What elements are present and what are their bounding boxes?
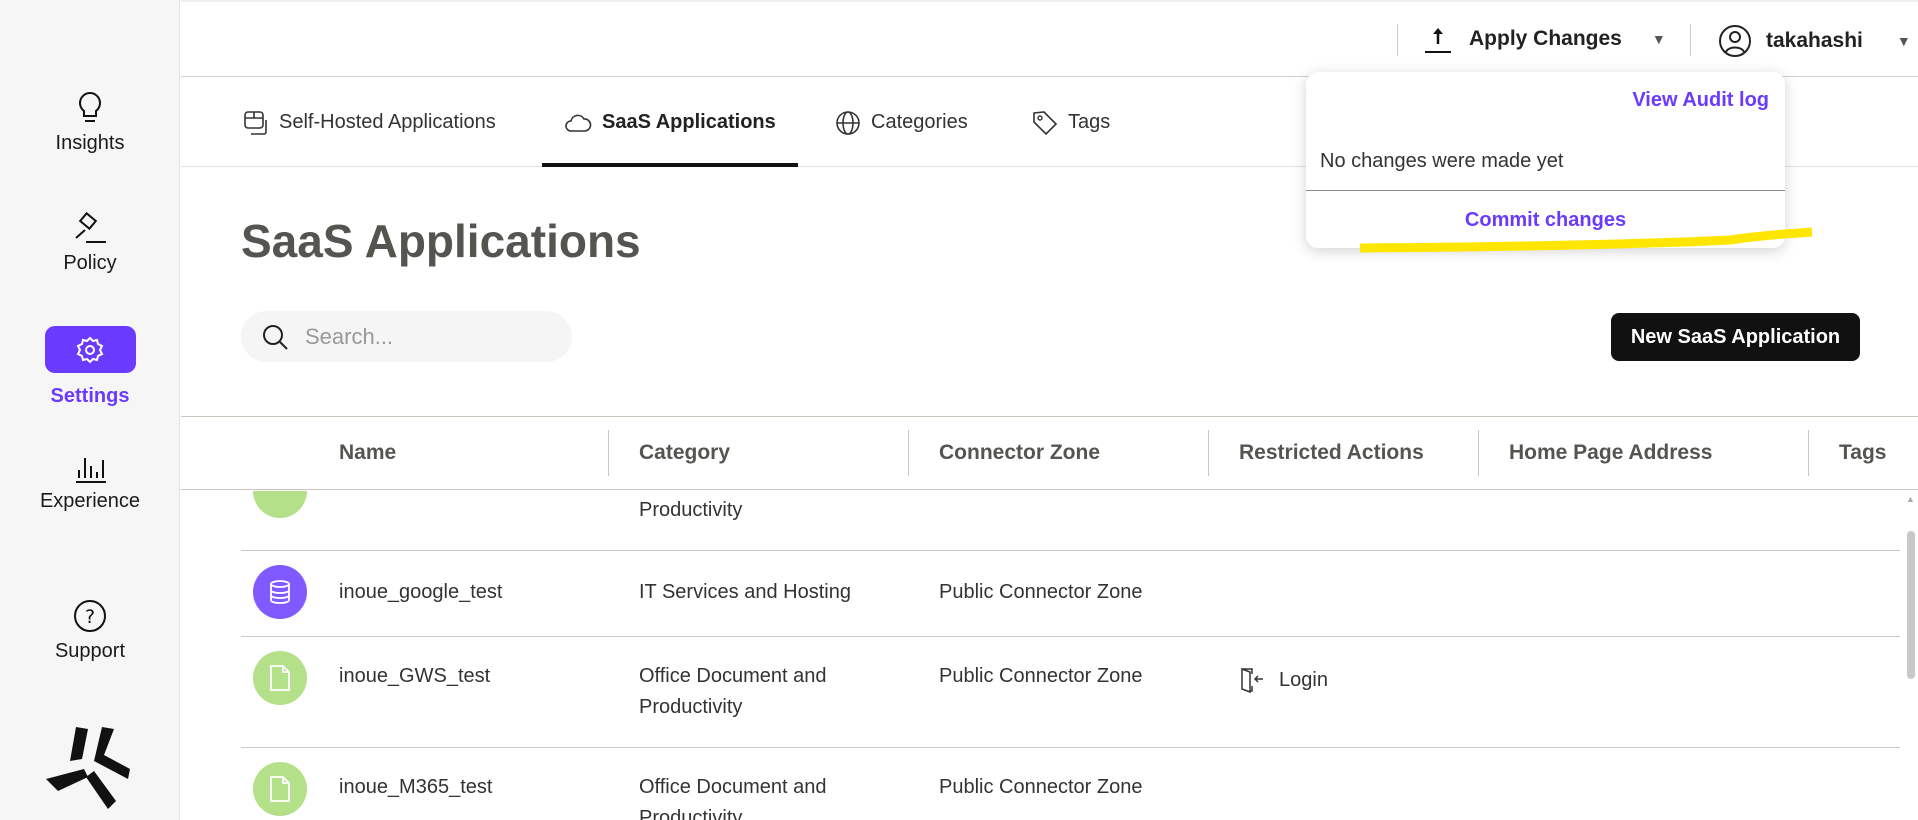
column-divider[interactable] <box>1478 430 1479 476</box>
column-header-category[interactable]: Category <box>639 417 730 489</box>
category-cell: Office Document and Productivity <box>639 661 827 723</box>
divider <box>1306 190 1785 191</box>
highlight-annotation <box>1359 227 1813 253</box>
page-title: SaaS Applications <box>241 215 641 267</box>
table-body: Productivity inoue_google_test IT Servic… <box>0 491 1900 820</box>
tab-self-hosted-applications[interactable]: Self-Hosted Applications <box>243 78 496 167</box>
name-cell[interactable]: inoue_google_test <box>339 577 502 608</box>
apply-changes-button[interactable]: Apply Changes ▼ <box>1423 24 1666 54</box>
top-bar: Apply Changes ▼ takahashi ▼ <box>181 0 1918 77</box>
connector-zone-cell: Public Connector Zone <box>939 665 1143 687</box>
new-saas-application-button[interactable]: New SaaS Application <box>1611 313 1860 361</box>
column-header-tags[interactable]: Tags <box>1839 417 1886 489</box>
divider <box>1690 24 1691 56</box>
self-hosted-icon <box>244 110 267 135</box>
scroll-up-arrow[interactable]: ▲ <box>1906 494 1915 504</box>
tab-categories[interactable]: Categories <box>835 78 968 167</box>
table-row[interactable]: inoue_google_test IT Services and Hostin… <box>0 551 1900 636</box>
cloud-icon <box>565 114 592 132</box>
table-header: Name Category Connector Zone Restricted … <box>181 416 1918 490</box>
tab-saas-applications[interactable]: SaaS Applications <box>542 78 798 167</box>
tab-tags[interactable]: Tags <box>1032 78 1110 167</box>
sidebar-item-insights[interactable]: Insights <box>0 90 180 155</box>
category-line: Office Document and <box>639 665 827 687</box>
tab-label: Self-Hosted Applications <box>279 111 496 133</box>
tab-label: Categories <box>871 111 968 133</box>
category-line: Office Document and <box>639 776 827 798</box>
scrollbar-thumb[interactable] <box>1907 531 1915 679</box>
document-icon <box>253 762 307 816</box>
column-header-home-page-address[interactable]: Home Page Address <box>1509 417 1712 489</box>
column-header-name[interactable]: Name <box>339 417 396 489</box>
user-menu[interactable]: takahashi ▼ <box>1718 24 1911 58</box>
column-divider[interactable] <box>1808 430 1809 476</box>
bar-chart-icon <box>76 458 106 483</box>
sidebar-label: Settings <box>50 385 130 407</box>
login-door-icon <box>1241 667 1263 694</box>
category-cell: IT Services and Hosting <box>639 581 851 603</box>
column-header-restricted-actions[interactable]: Restricted Actions <box>1239 417 1424 489</box>
table-row[interactable]: inoue_M365_test Office Document and Produ… <box>0 748 1900 820</box>
search-input[interactable] <box>305 323 535 350</box>
lightbulb-icon <box>79 91 101 122</box>
table-row[interactable]: inoue_GWS_test Office Document and Produc… <box>0 637 1900 747</box>
name-cell[interactable]: inoue_GWS_test <box>339 661 490 692</box>
chevron-down-icon: ▼ <box>1896 33 1911 49</box>
column-divider[interactable] <box>608 430 609 476</box>
document-icon <box>253 651 307 705</box>
user-avatar-icon <box>1719 25 1751 57</box>
category-line: Productivity <box>639 696 743 718</box>
tag-icon <box>1033 110 1058 135</box>
divider <box>1397 24 1398 56</box>
search-icon <box>263 324 288 350</box>
sidebar-label: Insights <box>55 132 125 154</box>
gavel-icon <box>75 211 106 243</box>
tab-label: SaaS Applications <box>602 111 776 133</box>
table-row[interactable]: Productivity <box>0 491 1900 550</box>
category-cell: Office Document and Productivity <box>639 772 827 820</box>
sidebar-item-policy[interactable]: Policy <box>0 210 180 275</box>
document-icon <box>253 491 307 518</box>
database-icon <box>253 565 307 619</box>
view-audit-log-link[interactable]: View Audit log <box>1632 89 1769 112</box>
tab-label: Tags <box>1068 111 1111 133</box>
sidebar-label: Policy <box>63 252 117 274</box>
connector-zone-cell: Public Connector Zone <box>939 776 1143 798</box>
category-cell: Productivity <box>639 499 743 521</box>
category-line: Productivity <box>639 807 743 820</box>
apply-changes-label: Apply Changes <box>1469 27 1622 50</box>
sidebar-item-settings[interactable]: Settings <box>0 326 180 408</box>
connector-zone-cell: Public Connector Zone <box>939 581 1143 603</box>
restricted-action-login: Login <box>1239 666 1328 694</box>
column-header-connector-zone[interactable]: Connector Zone <box>939 417 1100 489</box>
gear-icon <box>76 336 104 363</box>
name-cell[interactable]: inoue_M365_test <box>339 772 492 803</box>
chevron-down-icon: ▼ <box>1651 31 1666 47</box>
search-box[interactable] <box>241 311 572 362</box>
username: takahashi <box>1766 29 1863 52</box>
no-changes-message: No changes were made yet <box>1320 150 1564 172</box>
globe-icon <box>836 110 860 135</box>
upload-icon <box>1425 28 1451 53</box>
column-divider[interactable] <box>1208 430 1209 476</box>
action-label: Login <box>1279 668 1328 691</box>
column-divider[interactable] <box>908 430 909 476</box>
